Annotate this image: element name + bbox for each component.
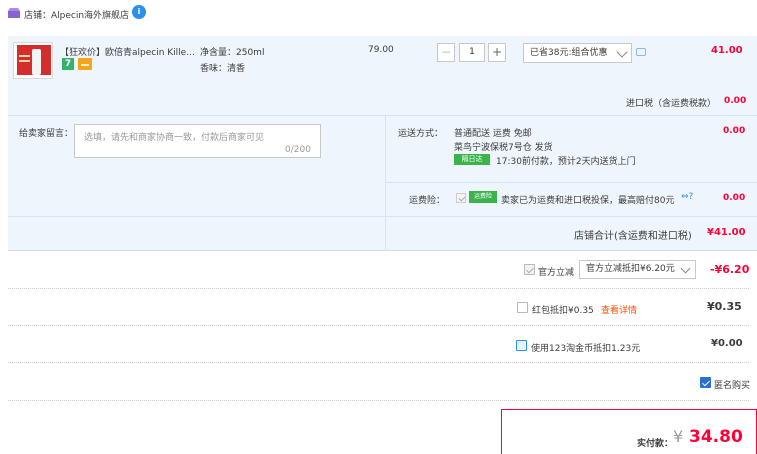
divider <box>8 400 749 401</box>
shipping-warehouse: 菜鸟宁波保税7号仓 发货 <box>454 143 553 153</box>
item-subtotal: 41.00 <box>711 45 743 56</box>
decrement-button[interactable]: − <box>437 43 455 62</box>
next-day-badge: 隔日达 <box>454 154 490 165</box>
chevron-down-icon <box>680 263 691 274</box>
product-thumbnail[interactable] <box>13 42 53 79</box>
discount-select-value: 官方立减抵扣¥6.20元 <box>586 264 675 274</box>
unit-price: 79.00 <box>368 45 394 55</box>
message-char-count: 0/200 <box>285 145 311 155</box>
red-packet-details-link[interactable]: 查看详情 <box>601 303 637 316</box>
anonymous-purchase-label: 匿名购买 <box>714 381 751 391</box>
spec-scent: 香味：清香 <box>200 64 246 74</box>
taojinbi-value: ¥0.00 <box>711 338 743 349</box>
official-discount-select[interactable]: 官方立减抵扣¥6.20元 <box>579 260 696 279</box>
official-discount-value: -¥6.20 <box>710 263 750 276</box>
promotion-select-value: 已省38元:组合优惠 <box>530 48 608 58</box>
insurance-checkbox <box>456 193 466 203</box>
divider <box>8 288 749 289</box>
taojinbi-label: 使用123淘金币抵扣1.23元 <box>531 344 641 354</box>
chevron-down-icon <box>616 46 628 58</box>
divider <box>8 115 757 116</box>
currency-symbol: ¥ <box>673 427 684 446</box>
divider <box>385 182 757 183</box>
red-packet-value: ¥0.35 <box>707 300 742 313</box>
insurance-value: 0.00 <box>723 193 746 203</box>
increment-button[interactable]: + <box>488 43 506 62</box>
red-packet-checkbox[interactable] <box>517 302 528 313</box>
chat-badge-icon[interactable]: i <box>132 5 146 19</box>
quantity-stepper: − 1 + <box>437 43 506 62</box>
shipping-label: 运送方式： <box>398 129 444 139</box>
import-tax-value: 0.00 <box>724 96 747 106</box>
comment-icon[interactable] <box>636 48 646 56</box>
product-title-link[interactable]: 【狂欢价】欧倍青alpecin Kille... <box>60 45 197 58</box>
divider <box>8 216 757 217</box>
divider <box>385 115 386 251</box>
official-discount-label: 官方立减 <box>538 268 575 278</box>
insurance-logo-icon: 运费险 <box>469 191 497 203</box>
payment-total: 34.80 <box>689 427 743 447</box>
insurance-label: 运费险： <box>409 196 446 206</box>
import-tax-label: 进口税（含运费税款） <box>626 99 717 109</box>
help-icon[interactable]: ⇔? <box>681 192 693 202</box>
store-icon <box>8 8 20 18</box>
card-payment-icon <box>78 58 92 70</box>
store-total-value: ¥41.00 <box>707 227 746 238</box>
shipping-value: 0.00 <box>723 126 746 136</box>
store-name-link[interactable]: 店铺：Alpecin海外旗舰店 <box>24 8 129 21</box>
official-discount-checkbox[interactable] <box>524 264 535 275</box>
anonymous-purchase-checkbox[interactable] <box>700 377 711 388</box>
store-total-label: 店铺合计(含运费和进口税) <box>574 231 692 242</box>
payment-label: 实付款： <box>637 439 674 449</box>
message-label: 给卖家留言： <box>19 129 74 139</box>
shipping-method: 普通配送 运费 免邮 <box>454 129 532 139</box>
divider <box>8 362 749 363</box>
insurance-text: 卖家已为运费和进口税投保，最高赔付80元 <box>501 196 675 206</box>
promotion-select[interactable]: 已省38元:组合优惠 <box>523 43 632 63</box>
taojinbi-checkbox[interactable] <box>516 340 527 351</box>
quantity-input[interactable]: 1 <box>459 43 485 62</box>
red-packet-label: 红包抵扣¥0.35 <box>532 306 594 316</box>
seven-day-return-icon: 7 <box>62 58 74 70</box>
spec-volume: 净含量：250ml <box>200 48 265 58</box>
divider <box>8 325 749 326</box>
message-placeholder: 选填，请先和商家协商一致，付款后商家可见 <box>84 133 265 143</box>
shipping-eta: 17:30前付款，预计2天内送货上门 <box>496 157 636 167</box>
